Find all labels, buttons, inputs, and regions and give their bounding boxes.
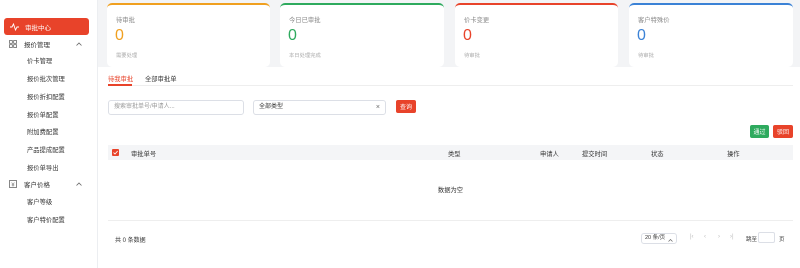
reject-button[interactable]: 驳回 <box>773 125 793 138</box>
tabs-divider <box>108 85 793 86</box>
active-tab-indicator <box>108 84 132 86</box>
empty-state: 数据为空 <box>108 160 793 221</box>
column-header: 申请人 <box>540 151 559 158</box>
jump-page-input[interactable] <box>758 232 775 243</box>
sidebar-item-quote-discount[interactable]: 报价折扣配置 <box>27 92 65 101</box>
page-size-value: 20 条/页 <box>645 235 666 241</box>
sidebar-item-customer-special-price[interactable]: 客户特价配置 <box>27 215 65 224</box>
stat-value: 0 <box>288 27 297 44</box>
next-page-icon[interactable]: › <box>718 234 720 240</box>
stat-value: 0 <box>115 27 124 44</box>
page-size-select[interactable]: 20 条/页 <box>641 233 677 244</box>
sidebar-group-quote-management[interactable]: 报价管理 <box>0 37 98 51</box>
clear-icon[interactable]: × <box>376 101 380 114</box>
sidebar-item-approval-center[interactable]: 审批中心 <box>4 18 89 35</box>
tab-all-approvals[interactable]: 全部审批单 <box>145 74 176 83</box>
type-select-value: 全部类型 <box>259 104 284 110</box>
search-input[interactable]: 搜索审批单号/申请人... <box>108 100 244 115</box>
table-header: 审批单号 类型 申请人 提交时间 状态 操作 <box>108 145 793 160</box>
column-header: 审批单号 <box>131 151 157 158</box>
stat-card-price-card-change[interactable]: 价卡变更 0 待审批 <box>455 3 618 67</box>
last-page-icon[interactable]: ›| <box>730 234 734 240</box>
sidebar: 审批中心 报价管理 价卡管理 报价批次管理 报价折扣配置 报价单配置 附加费配置… <box>0 0 98 268</box>
stat-value: 0 <box>637 27 646 44</box>
sidebar-group-customer-price[interactable]: ¥ 客户价格 <box>0 177 98 191</box>
first-page-icon[interactable]: |‹ <box>690 234 694 240</box>
column-header: 状态 <box>651 151 664 158</box>
sidebar-item-label: 审批中心 <box>25 24 51 32</box>
total-count: 共 0 条数据 <box>115 238 146 244</box>
sidebar-group-label: 报价管理 <box>24 42 50 49</box>
approve-button[interactable]: 通过 <box>750 125 769 138</box>
stat-card-today-approved[interactable]: 今日已审批 0 本日处理完成 <box>280 3 444 67</box>
grid-icon <box>9 40 18 49</box>
stat-title: 今日已审批 <box>289 17 321 24</box>
stat-title: 待审批 <box>116 17 135 24</box>
query-button[interactable]: 查询 <box>396 100 416 113</box>
page-unit-label: 页 <box>779 237 785 243</box>
column-header: 提交时间 <box>582 151 608 158</box>
prev-page-icon[interactable]: ‹ <box>704 234 706 240</box>
sidebar-item-customer-level[interactable]: 客户等级 <box>27 197 52 206</box>
sidebar-item-surcharge[interactable]: 附加费配置 <box>27 127 58 136</box>
sidebar-item-price-card[interactable]: 价卡管理 <box>27 56 52 65</box>
sidebar-group-label: 客户价格 <box>24 182 50 189</box>
chevron-up-icon <box>668 237 673 246</box>
main-panel: 待我审批 全部审批单 搜索审批单号/申请人... 全部类型 × 查询 通过 驳回… <box>98 67 800 268</box>
stat-value: 0 <box>463 27 472 44</box>
sidebar-item-quote-export[interactable]: 报价单导出 <box>27 163 58 172</box>
stat-desc: 待审批 <box>638 53 654 59</box>
stat-card-pending[interactable]: 待审批 0 需要处理 <box>107 3 270 67</box>
select-all-checkbox[interactable] <box>112 149 119 156</box>
chevron-up-icon <box>76 181 82 188</box>
activity-icon <box>10 22 20 32</box>
stat-desc: 本日处理完成 <box>289 53 321 59</box>
stat-desc: 待审批 <box>464 53 480 59</box>
stat-card-customer-special-price[interactable]: 客户特殊价 0 待审批 <box>629 3 793 67</box>
tab-my-approvals[interactable]: 待我审批 <box>108 74 133 83</box>
stat-title: 客户特殊价 <box>638 17 670 24</box>
stat-title: 价卡变更 <box>464 17 490 24</box>
sidebar-item-quote-batch[interactable]: 报价批次管理 <box>27 74 65 83</box>
chevron-up-icon <box>76 41 82 48</box>
price-tag-icon: ¥ <box>9 180 18 189</box>
jump-label: 跳至 <box>746 237 758 243</box>
stat-desc: 需要处理 <box>116 53 138 59</box>
type-select[interactable]: 全部类型 × <box>253 100 386 115</box>
sidebar-item-quote-config[interactable]: 报价单配置 <box>27 110 58 119</box>
sidebar-item-commission[interactable]: 产品提成配置 <box>27 145 65 154</box>
column-header: 类型 <box>448 151 461 158</box>
svg-text:¥: ¥ <box>11 182 15 188</box>
column-header: 操作 <box>727 151 740 158</box>
